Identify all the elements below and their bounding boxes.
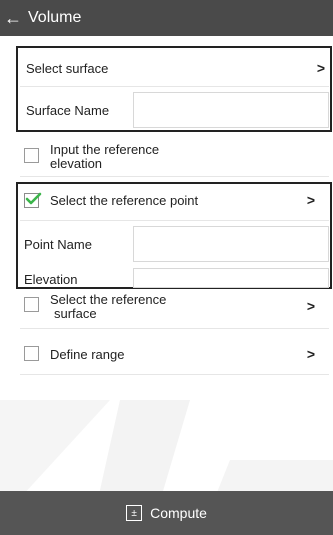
page-title: Volume [28,9,82,26]
calculator-icon: ± [126,505,143,521]
chevron-right-icon: > [316,60,325,76]
define-range-row[interactable]: Define range > [20,340,329,368]
select-ref-point-row[interactable]: Select the reference point > [20,186,329,214]
chevron-right-icon: > [306,192,315,208]
define-range-label: Define range [50,346,125,362]
divider [20,86,329,87]
surface-name-input[interactable] [133,92,329,128]
compute-label: Compute [150,505,207,521]
surface-name-label: Surface Name [26,102,110,118]
volume-screen: ← Volume Select surface > Surface Name I… [0,0,333,535]
input-ref-elevation-label: Input the reference elevation [50,142,160,171]
divider [20,176,329,177]
back-arrow-icon[interactable]: ← [4,9,22,27]
elevation-label: Elevation [24,271,78,287]
compute-bar[interactable]: ± Compute [0,491,333,535]
chevron-right-icon: > [306,346,315,362]
app-bar: ← Volume [0,0,333,36]
select-ref-surface-row[interactable]: > [20,296,329,316]
chevron-right-icon: > [306,298,315,314]
divider [20,374,329,375]
point-name-label: Point Name [24,236,92,252]
select-ref-point-label: Select the reference point [50,192,199,208]
divider [20,328,329,329]
select-surface-row[interactable]: Select surface > [20,54,329,82]
elevation-input[interactable] [133,268,329,288]
select-surface-label: Select surface [26,60,109,76]
point-name-input[interactable] [133,226,329,262]
divider [20,220,329,221]
input-ref-elevation-checkbox[interactable] [24,148,39,163]
